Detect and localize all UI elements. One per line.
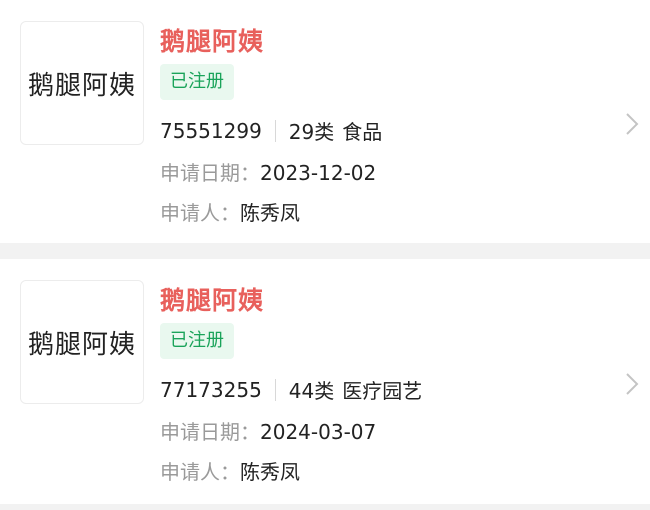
- applicant-row: 申请人：陈秀凤: [160, 456, 300, 485]
- application-date-label: 申请日期：: [160, 420, 260, 444]
- registration-line: 77173255 44类 医疗园艺: [160, 375, 422, 404]
- divider: [274, 378, 276, 401]
- application-date: 2023-12-02: [260, 161, 377, 185]
- class-number: 29类: [288, 120, 335, 144]
- class-number: 44类: [288, 379, 335, 403]
- applicant-name: 陈秀凤: [240, 201, 300, 225]
- applicant-label: 申请人：: [160, 460, 240, 484]
- trademark-name: 鹅腿阿姨: [160, 286, 265, 315]
- application-date-row: 申请日期：2023-12-02: [160, 157, 376, 186]
- applicant-name: 陈秀凤: [240, 460, 300, 484]
- application-date: 2024-03-07: [260, 420, 377, 444]
- application-date-label: 申请日期：: [160, 161, 260, 185]
- registration-line: 75551299 29类 食品: [160, 116, 382, 145]
- trademark-logo: 鹅腿阿姨: [20, 21, 144, 145]
- application-date-row: 申请日期：2024-03-07: [160, 416, 376, 445]
- status-badge: 已注册: [160, 64, 234, 100]
- divider: [274, 119, 276, 142]
- chevron-right-icon[interactable]: [622, 110, 642, 138]
- class-name: 医疗园艺: [342, 379, 423, 403]
- registration-number: 75551299: [160, 118, 262, 143]
- trademark-card[interactable]: 鹅腿阿姨 鹅腿阿姨 已注册 77173255 44类 医疗园艺 申请日期：202…: [0, 259, 650, 504]
- applicant-label: 申请人：: [160, 201, 240, 225]
- class-name: 食品: [342, 120, 383, 144]
- trademark-card[interactable]: 鹅腿阿姨 鹅腿阿姨 已注册 75551299 29类 食品 申请日期：2023-…: [0, 0, 650, 243]
- status-badge: 已注册: [160, 323, 234, 359]
- trademark-name: 鹅腿阿姨: [160, 27, 265, 56]
- chevron-right-icon[interactable]: [622, 370, 642, 398]
- trademark-logo: 鹅腿阿姨: [20, 280, 144, 404]
- applicant-row: 申请人：陈秀凤: [160, 197, 300, 226]
- registration-number: 77173255: [160, 377, 262, 402]
